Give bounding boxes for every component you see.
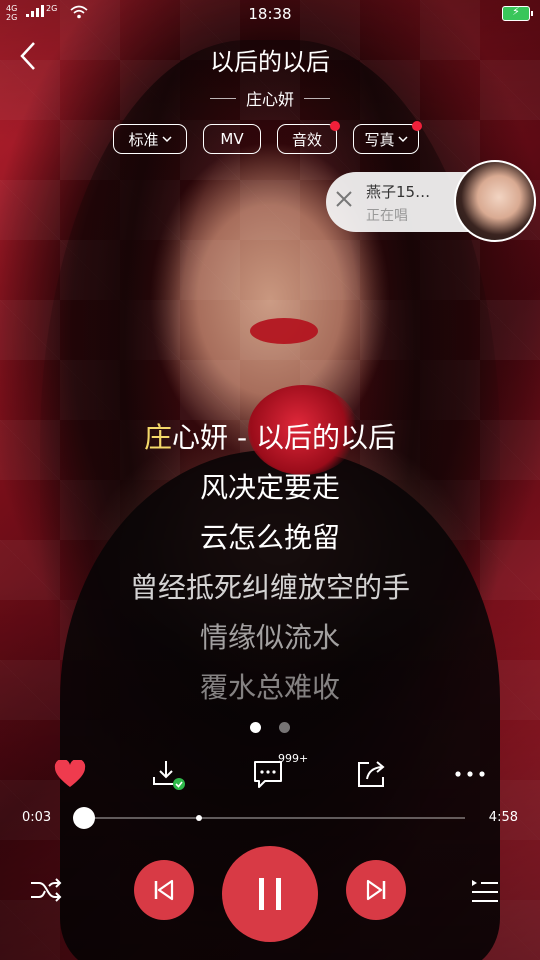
player-controls: [0, 846, 540, 942]
sound-effect-chip[interactable]: 音效: [277, 121, 340, 154]
total-time: 4:58: [488, 810, 518, 825]
avatar[interactable]: [454, 160, 536, 242]
quality-chip[interactable]: 标准: [113, 124, 187, 154]
buffer-marker: [196, 815, 203, 821]
comment-count-badge: 999+: [278, 752, 309, 765]
lyric-line: 曾经抵死纠缠放空的手: [129, 571, 410, 604]
next-icon: [366, 879, 386, 901]
previous-button[interactable]: [134, 860, 194, 920]
more-icon[interactable]: [452, 756, 488, 792]
page-indicator: [0, 722, 540, 733]
battery-icon: ⚡: [502, 5, 533, 21]
photo-chip[interactable]: 写真: [353, 121, 422, 154]
lyric-line: 情缘似流水: [199, 621, 340, 654]
download-icon[interactable]: [150, 756, 186, 792]
clock: 18:38: [248, 5, 292, 23]
now-singing-card[interactable]: 燕子15… 正在唱: [326, 160, 536, 242]
notification-dot: [330, 121, 340, 131]
artist-row: 庄心妍: [0, 86, 540, 110]
status-bar: 4G 2G 2G 18:38 ⚡: [0, 0, 540, 28]
seek-bar[interactable]: [72, 807, 465, 829]
seek-handle[interactable]: [72, 807, 95, 829]
lyric-line: 风决定要走: [199, 471, 340, 504]
close-icon[interactable]: [334, 187, 354, 215]
share-icon[interactable]: [354, 756, 390, 792]
lyric-line: 云怎么挽留: [199, 521, 340, 554]
mv-chip[interactable]: MV: [203, 124, 261, 154]
shuffle-icon[interactable]: [28, 872, 64, 908]
comment-icon[interactable]: 999+: [250, 752, 308, 792]
song-title: 以后的以后: [210, 48, 330, 76]
lyrics-panel[interactable]: 庄心妍 - 以后的以后 风决定要走 云怎么挽留 曾经抵死纠缠放空的手 情缘似流水…: [0, 418, 540, 718]
mode-chips: 标准 MV 音效 写真: [0, 121, 540, 156]
page-dot-active: [250, 722, 261, 733]
singer-name: 燕子15…: [366, 183, 431, 201]
action-row: 999+: [0, 752, 540, 792]
artist-name[interactable]: 庄心妍: [246, 86, 294, 110]
heart-icon[interactable]: [52, 756, 88, 792]
chevron-down-icon: [397, 133, 408, 146]
playlist-icon[interactable]: [466, 872, 502, 908]
previous-icon: [154, 879, 174, 901]
singing-status: 正在唱: [366, 208, 408, 224]
pause-button[interactable]: [222, 846, 318, 942]
playback-progress: 0:03 4:58: [0, 806, 540, 830]
notification-dot: [412, 121, 422, 131]
page-dot: [279, 722, 290, 733]
chevron-down-icon: [161, 133, 172, 146]
next-button[interactable]: [346, 860, 406, 920]
current-time: 0:03: [22, 810, 52, 825]
lyric-line: 覆水总难收: [199, 671, 340, 704]
pause-icon: [259, 878, 281, 910]
lyric-line-current: 庄心妍 - 以后的以后: [144, 421, 396, 454]
